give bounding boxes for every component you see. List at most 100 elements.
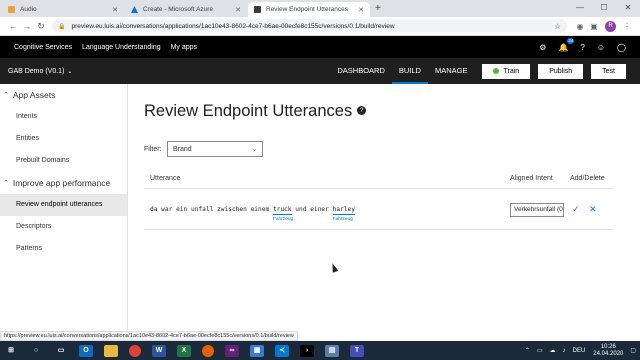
close-window-icon[interactable]: ✕ — [616, 0, 640, 17]
forward-icon[interactable]: → — [20, 21, 34, 31]
publish-button[interactable]: Publish — [538, 63, 584, 79]
search-icon[interactable]: ○ — [29, 345, 43, 357]
vscode-icon[interactable]: ≺ — [275, 344, 289, 357]
terminal-icon[interactable]: › — [300, 344, 314, 357]
sidebar-item-prebuilt-domains[interactable]: Prebuilt Domains — [0, 150, 127, 172]
teams-icon[interactable]: T — [350, 344, 364, 357]
sql-tool-icon[interactable]: ▤ — [325, 344, 339, 357]
utterance-part: und einer — [291, 206, 333, 213]
minimize-icon[interactable]: — — [568, 0, 592, 17]
nav-manage[interactable]: MANAGE — [428, 58, 475, 84]
notification-center-icon[interactable]: ▢ — [630, 347, 636, 354]
sidebar-item-descriptors[interactable]: Descriptors — [0, 216, 127, 238]
outlook-icon[interactable]: O — [79, 344, 93, 357]
accept-check-icon[interactable]: ✓ — [572, 204, 580, 215]
app-name-dropdown[interactable]: GAB Demo (V0.1) ⌄ — [8, 68, 72, 75]
calculator-icon[interactable]: ▦ — [250, 344, 264, 357]
browser-toolbar: ← → ↻ 🔒 preview.eu.luis.ai/conversations… — [0, 17, 640, 36]
word-icon[interactable]: W — [152, 344, 166, 357]
entity-text: truck — [272, 206, 292, 213]
maximize-icon[interactable]: ☐ — [592, 0, 616, 17]
profile-avatar[interactable]: R — [605, 20, 616, 32]
browser-menu-icon[interactable]: ⋮ — [620, 22, 634, 31]
windows-start-icon[interactable]: ⊞ — [4, 345, 18, 357]
entity-harley[interactable]: harley Fahrzeug — [332, 206, 355, 222]
azure-favicon-icon — [131, 6, 138, 13]
close-tab-icon[interactable]: ✕ — [112, 6, 118, 14]
sidebar-item-patterns[interactable]: Patterns — [0, 238, 127, 260]
language-understanding-link[interactable]: Language Understanding — [82, 44, 161, 51]
audio-favicon-icon — [8, 6, 15, 13]
firefox-icon[interactable] — [202, 344, 214, 357]
utterance-part: da war ein unfall zwischen einem — [150, 206, 273, 213]
address-bar[interactable]: 🔒 preview.eu.luis.ai/conversations/appli… — [52, 19, 567, 33]
extension-icon[interactable]: ◉ — [573, 22, 587, 31]
my-apps-link[interactable]: My apps — [171, 44, 197, 51]
aligned-intent-dropdown[interactable]: Verkehrsunfall (0. — [510, 203, 564, 217]
app-name: GAB Demo (V0.1) — [8, 67, 65, 75]
nav-build[interactable]: BUILD — [391, 58, 428, 84]
browser-tab-azure[interactable]: Create - Microsoft Azure ✕ — [125, 2, 247, 17]
filter-label: Filter: — [144, 146, 162, 153]
section-title: App Assets — [12, 90, 56, 100]
close-tab-icon[interactable]: ✕ — [235, 6, 241, 14]
cognitive-services-link[interactable]: Cognitive Services — [14, 44, 72, 51]
onedrive-icon[interactable]: ☁ — [550, 347, 556, 354]
tab-title: Create - Microsoft Azure — [143, 6, 214, 13]
chrome-icon[interactable] — [129, 344, 141, 357]
reject-x-icon[interactable]: ✕ — [589, 204, 597, 215]
network-icon[interactable]: ▭ — [537, 347, 543, 354]
help-question-icon[interactable]: ? — [580, 43, 584, 52]
back-icon[interactable]: ← — [6, 21, 20, 31]
page-title-text: Review Endpoint Utterances — [144, 102, 353, 120]
tab-title: Audio — [20, 6, 37, 13]
nav-dashboard[interactable]: DASHBOARD — [330, 58, 392, 84]
clock[interactable]: 10:26 24.04.2020 — [593, 344, 623, 358]
filter-dropdown[interactable]: Brand ⌄ — [167, 141, 263, 157]
volume-icon[interactable]: ♪ — [563, 348, 566, 354]
train-button[interactable]: Train — [482, 63, 531, 79]
browser-tabstrip: Audio ✕ Create - Microsoft Azure ✕ Revie… — [0, 0, 640, 17]
window-controls: — ☐ ✕ — [568, 0, 640, 17]
entity-truck[interactable]: truck Fahrzeug — [272, 206, 293, 222]
row-divider — [144, 229, 614, 230]
browser-tab-review[interactable]: Review Endpoint Utterances ✕ — [248, 2, 370, 17]
browser-tab-audio[interactable]: Audio ✕ — [2, 2, 124, 17]
task-view-icon[interactable]: ▭ — [54, 345, 68, 357]
luis-favicon-icon — [254, 6, 261, 13]
entity-label: Fahrzeug — [272, 217, 294, 222]
visual-studio-icon[interactable]: ∞ — [225, 344, 239, 357]
entity-text: harley — [332, 206, 355, 213]
notifications-bell-icon[interactable]: 🔔 24 — [558, 37, 575, 52]
extension-puzzle-icon[interactable]: ▣ — [587, 22, 601, 31]
test-button[interactable]: Test — [591, 63, 626, 79]
bookmark-star-icon[interactable]: ☆ — [554, 22, 561, 31]
page-title: Review Endpoint Utterances? — [144, 102, 367, 121]
aligned-intent-column-header: Aligned Intent — [510, 175, 553, 182]
reload-icon[interactable]: ↻ — [34, 21, 48, 32]
lock-icon: 🔒 — [58, 23, 66, 30]
clock-date: 24.04.2020 — [593, 350, 624, 357]
app-top-bar: Cognitive Services Language Understandin… — [0, 36, 640, 58]
sidebar-item-review-endpoint-utterances[interactable]: Review endpoint utterances — [0, 194, 127, 216]
new-tab-button[interactable]: + — [375, 2, 381, 17]
help-icon[interactable]: ? — [357, 106, 367, 115]
account-icon[interactable]: ◯ — [617, 43, 626, 52]
sidebar-item-entities[interactable]: Entities — [0, 128, 127, 150]
app-sub-bar: GAB Demo (V0.1) ⌄ DASHBOARD BUILD MANAGE … — [0, 58, 640, 84]
feedback-smiley-icon[interactable]: ☺ — [597, 43, 605, 52]
language-indicator[interactable]: DEU — [573, 348, 586, 354]
chevron-down-icon: ⌄ — [67, 68, 73, 75]
app-assets-section[interactable]: ⌃ App Assets — [0, 84, 127, 106]
file-explorer-icon[interactable] — [104, 344, 118, 357]
entity-underline — [272, 214, 292, 215]
close-tab-icon[interactable]: ✕ — [358, 6, 364, 14]
sidebar-item-intents[interactable]: Intents — [0, 106, 127, 128]
utterance-text: da war ein unfall zwischen einem truck Fa… — [150, 206, 355, 222]
excel-icon[interactable]: X — [177, 344, 191, 357]
show-hidden-icons-icon[interactable]: ⌃ — [525, 347, 530, 354]
improve-performance-section[interactable]: ⌃ Improve app performance — [0, 172, 127, 194]
utterance-column-header: Utterance — [150, 175, 181, 182]
status-bar-url: https://preview.eu.luis.ai/conversations… — [0, 331, 298, 341]
settings-gear-icon[interactable]: ⚙ — [539, 43, 546, 52]
